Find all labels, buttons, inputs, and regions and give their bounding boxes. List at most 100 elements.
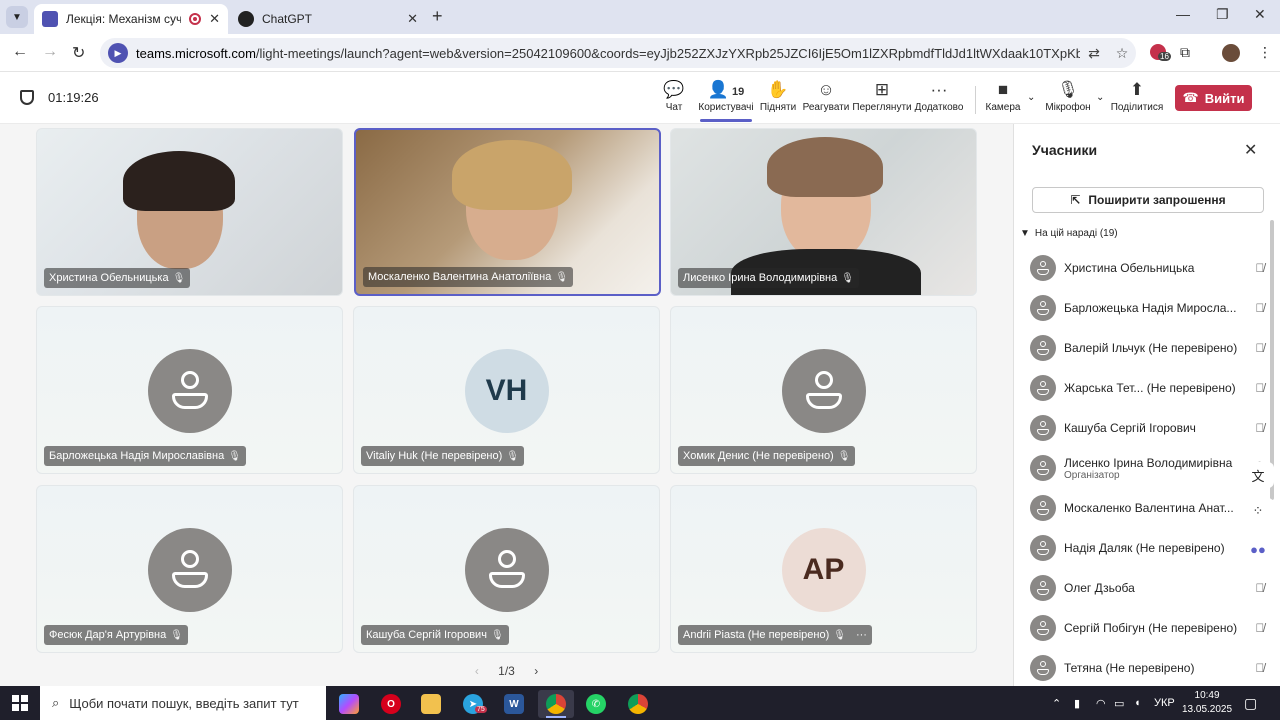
tray-volume-icon[interactable]: ◖ xyxy=(1134,686,1141,720)
participant-item[interactable]: Тетяна (Не перевірено) 🎙̸ xyxy=(1030,648,1270,688)
extensions-puzzle-icon[interactable]: ⧉ xyxy=(1180,44,1190,61)
tray-chevron-icon[interactable]: ⌃ xyxy=(1052,686,1061,720)
more-button[interactable]: ··· Додатково xyxy=(914,78,964,122)
chat-button[interactable]: 💬 Чат xyxy=(660,78,688,122)
tab-title: ChatGPT xyxy=(262,12,313,26)
video-tile[interactable]: Лисенко Ірина Володимирівна 🎙 xyxy=(670,128,977,296)
copilot-side-icon[interactable]: ●● xyxy=(1242,536,1274,562)
windows-start-icon[interactable] xyxy=(12,695,28,711)
browser-menu-icon[interactable]: ⋮ xyxy=(1258,44,1272,61)
avatar-tile[interactable]: Барложецька Надія Мирославівна 🎙 xyxy=(36,306,343,474)
mic-off-icon: 🎙 xyxy=(228,450,241,462)
participant-item[interactable]: Кашуба Сергій Ігорович 🎙̸ xyxy=(1030,408,1270,448)
video-tile-active-speaker[interactable]: Москаленко Валентина Анатоліївна 🎙 xyxy=(354,128,661,296)
address-bar-row: ← → ↻ ▶ teams.microsoft.com/light-meetin… xyxy=(0,34,1280,72)
avatar-tile[interactable]: Кашуба Сергій Ігорович 🎙 xyxy=(353,485,660,653)
mic-off-icon: 🎙 xyxy=(170,629,183,641)
chrome-second-app-icon[interactable] xyxy=(620,690,656,718)
search-icon: ⌕ xyxy=(52,695,60,710)
close-icon[interactable]: ✕ xyxy=(407,11,418,27)
url-field[interactable]: ▶ teams.microsoft.com/light-meetings/lau… xyxy=(100,38,1136,68)
participant-item[interactable]: Олег Дзьоба 🎙̸ xyxy=(1030,568,1270,608)
avatar xyxy=(147,349,232,433)
maximize-button[interactable]: ❐ xyxy=(1216,6,1229,23)
close-icon[interactable]: ✕ xyxy=(209,11,220,27)
participant-item[interactable]: Жарська Тет... (Не перевірено) 🎙̸ xyxy=(1030,368,1270,408)
chevron-left-icon[interactable]: ‹ xyxy=(475,664,479,678)
forward-arrow-icon[interactable]: → xyxy=(42,43,58,61)
more-dots-icon: ··· xyxy=(930,80,948,99)
whatsapp-app-icon[interactable]: ✆ xyxy=(578,690,614,718)
caret-down-icon: ▼ xyxy=(1020,228,1030,239)
avatar-tile[interactable]: VH Vitaliy Huk (Не перевірено) 🎙 xyxy=(353,306,660,474)
participant-item[interactable]: Барложецька Надія Миросла... 🎙̸ xyxy=(1030,288,1270,328)
share-button[interactable]: ⬆ Поділитися xyxy=(1111,78,1164,122)
microphone-button[interactable]: 🎙 Мікрофон xyxy=(1045,78,1090,122)
participants-pane: Учасники ✕ ⇱ Поширити запрошення ▼ На ці… xyxy=(1013,124,1280,686)
copilot-app-icon[interactable] xyxy=(331,690,367,718)
pane-scrollbar[interactable] xyxy=(1270,220,1274,500)
participant-item[interactable]: Сергій Побігун (Не перевірено) 🎙̸ xyxy=(1030,608,1270,648)
chrome-app-icon[interactable] xyxy=(538,690,574,718)
reload-icon[interactable]: ↻ xyxy=(72,43,85,63)
view-button[interactable]: ⊞ Переглянути xyxy=(852,78,911,122)
bookmark-star-icon[interactable]: ☆ xyxy=(1108,45,1136,62)
avatar xyxy=(781,349,866,433)
extension-badge-icon[interactable]: 16 xyxy=(1150,44,1171,63)
mic-off-icon: 🎙̸ xyxy=(1255,301,1265,315)
tray-language[interactable]: УКР xyxy=(1154,686,1175,720)
raise-hand-button[interactable]: ✋ Підняти xyxy=(760,78,796,122)
mic-off-icon: 🎙 xyxy=(506,450,519,462)
person-icon xyxy=(804,369,844,413)
participant-item[interactable]: Надія Даляк (Не перевірено) xyxy=(1030,528,1270,568)
taskbar-search-input[interactable]: ⌕ Щоби почати пошук, введіть запит тут xyxy=(40,686,326,720)
translate-icon[interactable]: ⇄ xyxy=(1080,45,1108,62)
close-icon[interactable]: ✕ xyxy=(1244,140,1257,160)
avatar xyxy=(1030,295,1056,321)
mic-options-chevron-icon[interactable]: ⌄ xyxy=(1096,92,1104,103)
browser-tab-chatgpt[interactable]: ChatGPT ✕ xyxy=(230,4,426,34)
avatar-tile[interactable]: AP Andrii Piasta (Не перевірено) 🎙 ··· xyxy=(670,485,977,653)
opera-app-icon[interactable]: O xyxy=(373,690,409,718)
teams-icon xyxy=(42,11,58,27)
word-app-icon[interactable]: W xyxy=(496,690,532,718)
new-tab-button[interactable]: + xyxy=(432,6,443,27)
mic-off-icon: 🎙 xyxy=(490,629,504,641)
leave-button[interactable]: ☎ Вийти xyxy=(1175,85,1252,111)
participant-item[interactable]: Москаленко Валентина Анат...🎙 xyxy=(1030,488,1270,528)
video-tile[interactable]: Христина Обельницька 🎙 xyxy=(36,128,343,296)
telegram-app-icon[interactable]: ➤ 75 xyxy=(455,690,491,718)
react-button[interactable]: ☺ Реагувати xyxy=(803,78,850,122)
participant-item[interactable]: Валерій Ільчук (Не перевірено) 🎙̸ xyxy=(1030,328,1270,368)
tray-battery-icon[interactable]: ▭ xyxy=(1114,686,1124,720)
file-explorer-icon[interactable] xyxy=(413,690,449,718)
back-arrow-icon[interactable]: ← xyxy=(12,43,28,61)
camera-button[interactable]: ■ Камера xyxy=(985,78,1021,122)
notifications-icon[interactable]: ▢ xyxy=(1244,686,1257,720)
participant-item[interactable]: Лисенко Ірина ВолодимирівнаОрганізатор🎙 xyxy=(1030,448,1270,488)
participant-item[interactable]: Христина Обельницька 🎙̸ xyxy=(1030,248,1270,288)
tray-wifi-icon[interactable]: ◠ xyxy=(1096,686,1106,720)
minimize-button[interactable]: — xyxy=(1176,6,1190,22)
translate-side-icon[interactable]: 文 xyxy=(1242,462,1274,488)
profile-avatar[interactable] xyxy=(1222,44,1240,65)
more-dots-icon[interactable]: ··· xyxy=(856,629,867,641)
participants-section-header[interactable]: ▼ На цій нараді (19) xyxy=(1020,228,1118,239)
close-window-button[interactable]: ✕ xyxy=(1254,6,1266,23)
mic-off-icon: 🎙̸ xyxy=(1255,261,1265,275)
share-invite-button[interactable]: ⇱ Поширити запрошення xyxy=(1032,187,1264,213)
avatar-tile[interactable]: Фесюк Дар'я Артурівна 🎙 xyxy=(36,485,343,653)
pane-title: Учасники xyxy=(1032,142,1098,158)
people-button[interactable]: 👤 19 Користувачі xyxy=(698,78,754,122)
browser-tab-teams[interactable]: Лекція: Механізм сучасної ✕ xyxy=(34,4,228,34)
windows-taskbar: ⌕ Щоби почати пошук, введіть запит тут O… xyxy=(0,686,1280,720)
camera-options-chevron-icon[interactable]: ⌄ xyxy=(1027,92,1035,103)
chevron-right-icon[interactable]: › xyxy=(534,664,538,678)
tray-usb-icon[interactable]: ▮ xyxy=(1074,686,1080,720)
apps-side-icon[interactable]: ⁘ xyxy=(1242,498,1274,524)
person-icon xyxy=(487,548,527,592)
participant-nametag: Хомик Денис (Не перевірено) 🎙 xyxy=(678,446,856,466)
taskbar-clock[interactable]: 10:49 13.05.2025 xyxy=(1182,689,1232,717)
tab-search-button[interactable]: ▼ xyxy=(6,6,28,28)
avatar-tile[interactable]: Хомик Денис (Не перевірено) 🎙 xyxy=(670,306,977,474)
